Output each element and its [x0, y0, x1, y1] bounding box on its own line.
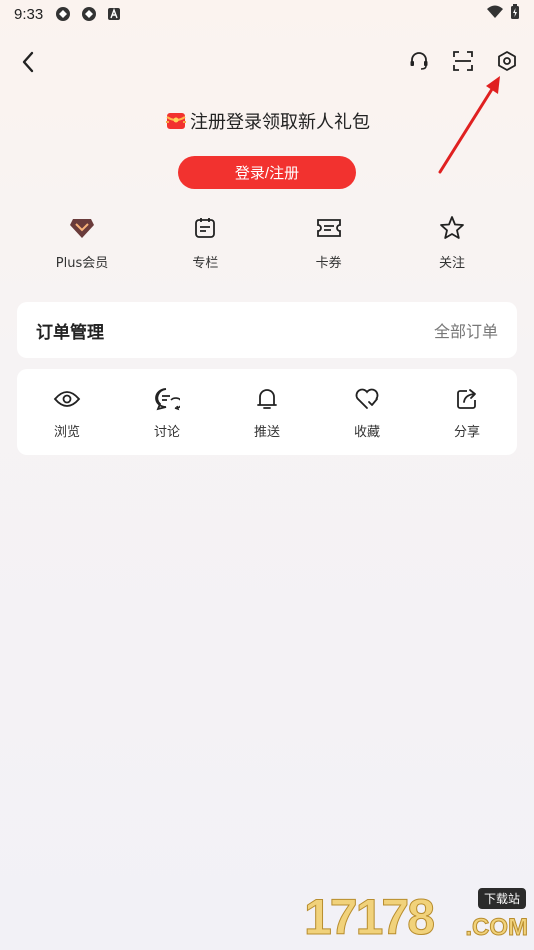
app-notification-icon-2: [81, 6, 97, 22]
action-label: 分享: [453, 424, 480, 440]
watermark-suffix: .COM: [465, 914, 529, 942]
watermark-number: 17178: [303, 889, 435, 946]
order-management-card[interactable]: 订单管理 全部订单: [17, 302, 517, 358]
calendar-icon: [193, 214, 217, 242]
scan-icon: [453, 51, 473, 71]
share-icon: [455, 385, 479, 413]
watermark-tag: 下载站: [477, 888, 526, 909]
chat-icon: [154, 385, 180, 413]
headset-icon: [410, 52, 428, 70]
eye-icon: [53, 385, 81, 413]
order-management-title: 订单管理: [36, 322, 104, 343]
wifi-icon: [486, 5, 504, 23]
star-icon: [439, 214, 465, 242]
action-label: 浏览: [53, 424, 80, 440]
quick-link-coupon[interactable]: 卡券: [269, 214, 389, 271]
quick-link-label: 专栏: [192, 256, 219, 271]
chevron-left-icon: [22, 51, 34, 73]
quick-link-plus-member[interactable]: Plus会员: [22, 214, 142, 271]
all-orders-link[interactable]: 全部订单: [434, 318, 498, 342]
diamond-icon: [69, 214, 95, 242]
login-register-button[interactable]: 登录/注册: [178, 156, 356, 189]
action-push[interactable]: 推送: [217, 385, 317, 440]
quick-link-follow[interactable]: 关注: [392, 214, 512, 271]
red-envelope-icon: [164, 109, 188, 133]
watermark-logo: 17178 下载站 .COM: [303, 886, 530, 946]
settings-hexagon-icon: [498, 51, 516, 71]
promo-text: 注册登录领取新人礼包: [190, 112, 370, 133]
heart-icon: [354, 385, 380, 413]
back-button[interactable]: [14, 48, 42, 76]
settings-button[interactable]: [494, 48, 520, 74]
action-favorite[interactable]: 收藏: [317, 385, 417, 440]
promo-banner[interactable]: 注册登录领取新人礼包: [0, 108, 534, 134]
quick-links: Plus会员 专栏 卡券 关注: [22, 214, 512, 271]
bell-icon: [255, 385, 279, 413]
quick-link-label: 卡券: [315, 256, 342, 271]
font-notification-icon: [107, 7, 121, 21]
quick-link-column[interactable]: 专栏: [145, 214, 265, 271]
action-label: 讨论: [153, 424, 180, 440]
action-label: 收藏: [353, 424, 380, 440]
status-time: 9:33: [14, 5, 44, 23]
battery-icon: [510, 4, 520, 24]
scan-button[interactable]: [450, 48, 476, 74]
quick-link-label: 关注: [438, 256, 465, 271]
app-notification-icon: [55, 6, 71, 22]
action-label: 推送: [253, 424, 280, 440]
action-share[interactable]: 分享: [417, 385, 517, 440]
status-bar: 9:33: [0, 0, 534, 28]
actions-card: 浏览 讨论 推送 收藏 分享: [17, 369, 517, 455]
top-bar: [0, 44, 534, 80]
action-browse[interactable]: 浏览: [17, 385, 117, 440]
quick-link-label: Plus会员: [55, 256, 109, 271]
action-discuss[interactable]: 讨论: [117, 385, 217, 440]
ticket-icon: [316, 214, 342, 242]
customer-service-button[interactable]: [406, 48, 432, 74]
